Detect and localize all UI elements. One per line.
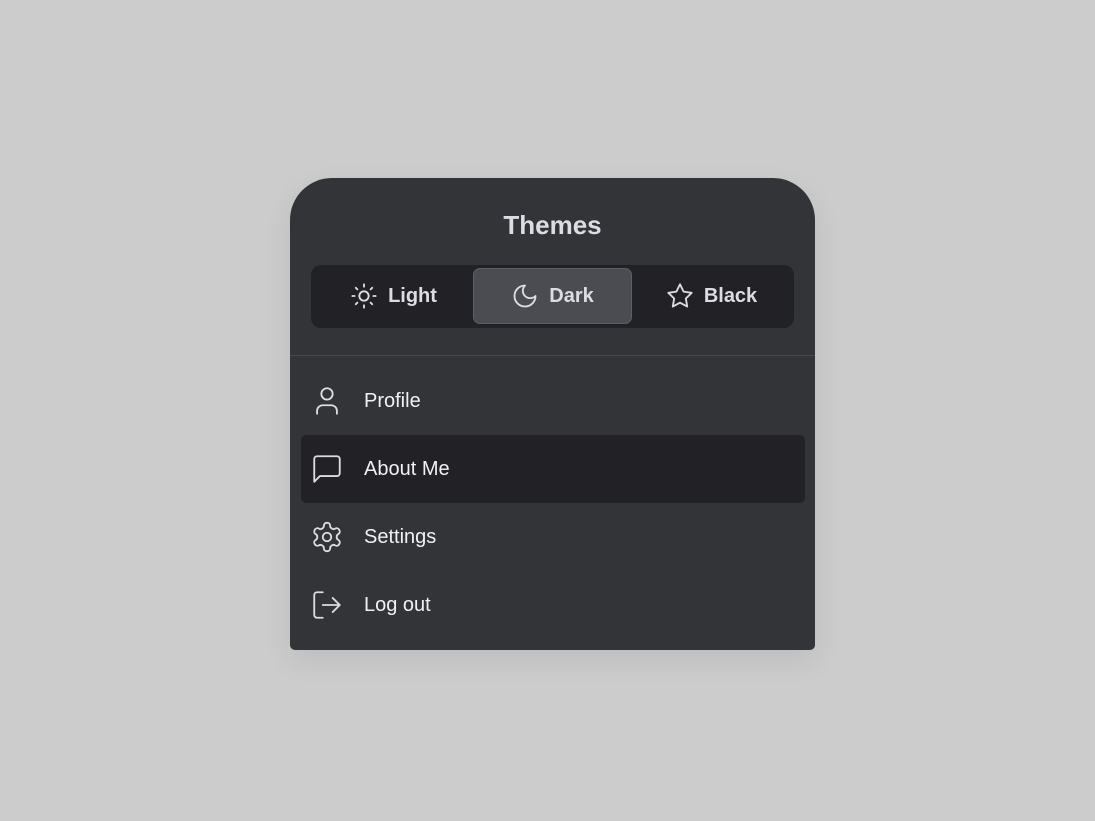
menu-item-label: Profile <box>364 389 421 412</box>
theme-menu-panel: Themes Light Dark Black Profile About Me… <box>290 178 815 650</box>
menu-item-log-out[interactable]: Log out <box>301 571 805 639</box>
user-icon <box>310 384 344 418</box>
menu-item-about-me[interactable]: About Me <box>301 435 805 503</box>
theme-option-label: Light <box>388 284 437 307</box>
moon-icon <box>511 282 539 310</box>
menu-item-label: About Me <box>364 457 450 480</box>
theme-switcher: Light Dark Black <box>311 265 794 328</box>
log-out-icon <box>310 588 344 622</box>
menu-item-profile[interactable]: Profile <box>301 367 805 435</box>
menu-item-label: Settings <box>364 525 437 548</box>
theme-option-label: Dark <box>549 284 594 307</box>
theme-option-black[interactable]: Black <box>632 268 791 324</box>
theme-option-light[interactable]: Light <box>314 268 473 324</box>
menu-item-label: Log out <box>364 593 431 616</box>
message-square-icon <box>310 452 344 486</box>
menu-item-settings[interactable]: Settings <box>301 503 805 571</box>
menu-title: Themes <box>503 210 602 240</box>
menu-divider <box>290 355 815 356</box>
sun-icon <box>350 282 378 310</box>
star-icon <box>666 282 694 310</box>
theme-option-label: Black <box>703 284 758 307</box>
gear-icon <box>310 520 344 554</box>
theme-option-dark[interactable]: Dark <box>473 268 632 324</box>
